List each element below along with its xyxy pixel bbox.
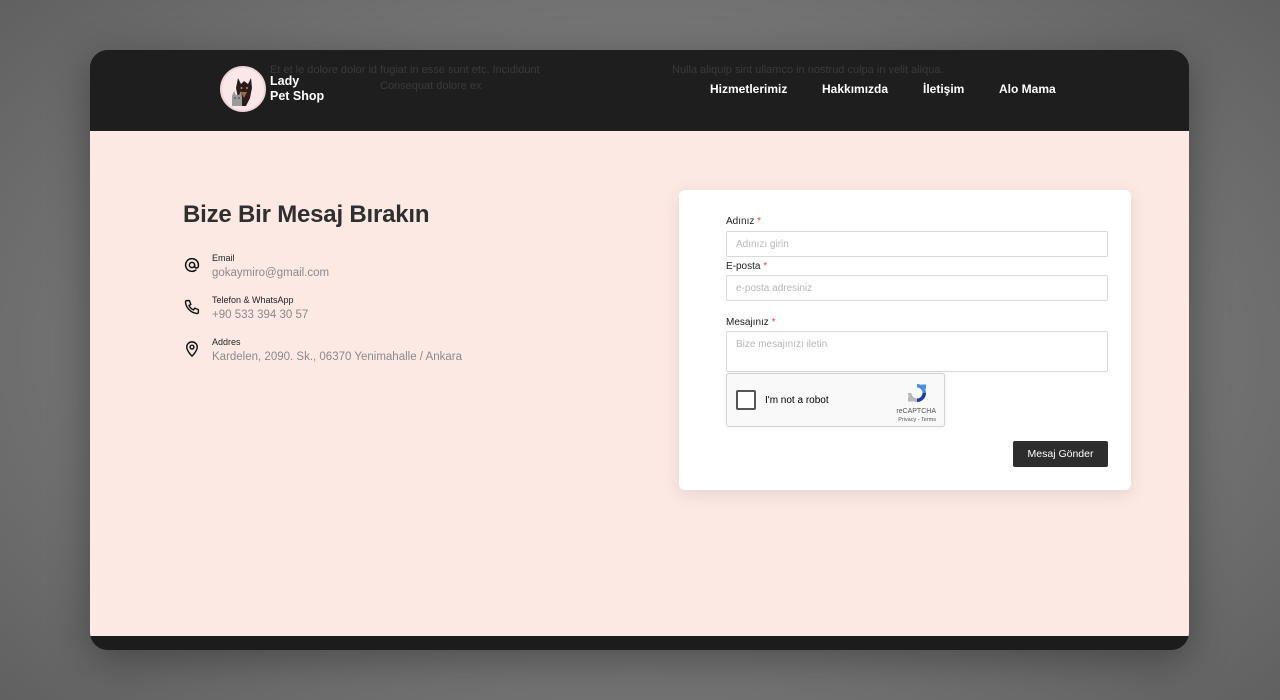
email-value: gokaymiro@gmail.com [212, 267, 330, 279]
email-label: Email [212, 253, 235, 263]
recaptcha-brand: reCAPTCHA [896, 408, 936, 415]
nav-link-services[interactable]: Hizmetlerimiz [710, 82, 787, 96]
recaptcha-logo-icon [908, 384, 926, 402]
email-label-text: E-posta [726, 261, 761, 272]
location-pin-icon [186, 341, 198, 357]
recaptcha-terms-link[interactable]: Privacy - Terms [898, 417, 936, 423]
brand-name: Lady Pet Shop [270, 74, 324, 104]
message-label-text: Mesajınız [726, 317, 769, 328]
phone-value: +90 533 394 30 57 [212, 309, 309, 321]
dog-cat-logo-icon [220, 66, 266, 112]
required-mark: * [757, 216, 762, 227]
message-textarea[interactable] [726, 331, 1108, 372]
nav-link-about[interactable]: Hakkımızda [822, 82, 888, 96]
phone-icon [184, 299, 200, 315]
at-icon [184, 257, 200, 273]
recaptcha-widget: I'm not a robot reCAPTCHA Privacy - Term… [726, 373, 945, 427]
required-mark: * [771, 317, 776, 328]
phone-label: Telefon & WhatsApp [212, 295, 294, 305]
nav-link-alo-mama[interactable]: Alo Mama [999, 82, 1056, 96]
address-value: Kardelen, 2090. Sk., 06370 Yenimahalle /… [212, 351, 462, 363]
brand-logo[interactable]: Lady Pet Shop [220, 66, 324, 112]
message-label: Mesajınız * [726, 317, 775, 328]
recaptcha-label: I'm not a robot [765, 395, 829, 406]
contact-section: Bize Bir Mesaj Bırakın Email gokaymiro@g… [90, 131, 1189, 636]
ghost-text: Consequat dolore ex [380, 80, 482, 92]
navbar: Et et le dolore dolor id fugiat in esse … [90, 50, 1189, 131]
brand-line-1: Lady [270, 74, 300, 88]
brand-line-2: Pet Shop [270, 89, 325, 103]
footer-strip [90, 636, 1189, 650]
name-input[interactable] [726, 231, 1108, 257]
required-mark: * [763, 261, 768, 272]
send-message-button[interactable]: Mesaj Gönder [1013, 441, 1108, 467]
address-label: Addres [212, 337, 241, 347]
ghost-text: Nulla aliquip sint ullamco in nostrud cu… [672, 64, 944, 76]
email-field-label: E-posta * [726, 261, 767, 272]
name-label-text: Adınız [726, 216, 755, 227]
browser-window: Et et le dolore dolor id fugiat in esse … [90, 50, 1189, 650]
name-label: Adınız * [726, 216, 761, 227]
email-input[interactable] [726, 275, 1108, 301]
contact-form-card: Adınız * E-posta * Mesajınız * I'm not a… [679, 190, 1131, 490]
nav-link-contact[interactable]: İletişim [923, 82, 964, 96]
recaptcha-checkbox[interactable] [736, 390, 756, 410]
page-title: Bize Bir Mesaj Bırakın [183, 201, 430, 228]
